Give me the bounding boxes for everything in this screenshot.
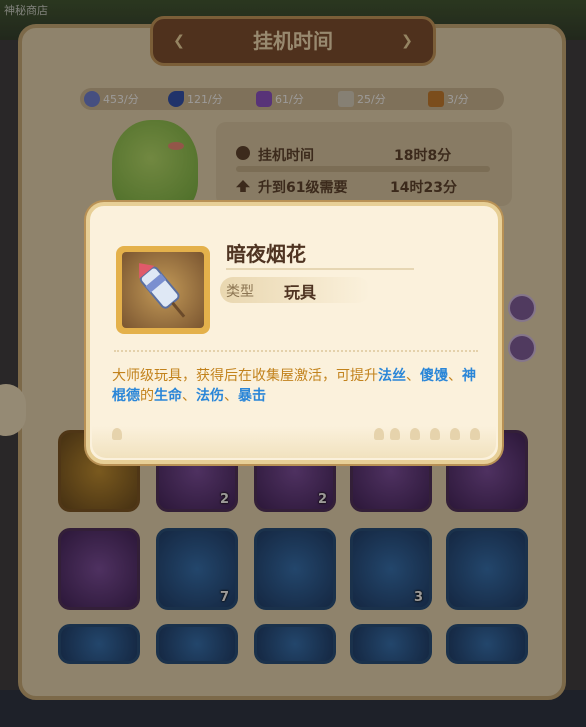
item-name: 暗夜烟花: [226, 242, 306, 266]
desc-text: 、: [224, 388, 238, 404]
desc-text: 、: [182, 388, 196, 404]
silhouette-decoration: [450, 428, 460, 440]
type-value: 玩具: [284, 283, 317, 302]
silhouette-decoration: [390, 428, 400, 440]
silhouette-decoration: [112, 428, 122, 440]
type-label: 类型: [226, 284, 254, 300]
desc-highlight: 生命: [154, 388, 182, 404]
item-description: 大师级玩具，获得后在收集屋激活，可提升法丝、傻馒、神棍德的生命、法伤、暴击: [112, 366, 484, 406]
silhouette-decoration: [470, 428, 480, 440]
desc-text: 、: [448, 368, 462, 384]
desc-highlight: 暴击: [238, 388, 266, 404]
desc-highlight: 法伤: [196, 388, 224, 404]
silhouette-decoration: [374, 428, 384, 440]
desc-highlight: 法丝: [378, 368, 406, 384]
silhouette-decoration: [410, 428, 420, 440]
silhouette-decoration: [430, 428, 440, 440]
desc-text: 大师级玩具，获得后在收集屋激活，可提升: [112, 368, 378, 384]
popup-divider: [114, 350, 478, 354]
name-underline: [226, 268, 414, 270]
desc-text: 、: [406, 368, 420, 384]
desc-highlight: 傻馒: [420, 368, 448, 384]
firework-item-icon: [122, 252, 204, 328]
desc-text: 的: [140, 388, 154, 404]
